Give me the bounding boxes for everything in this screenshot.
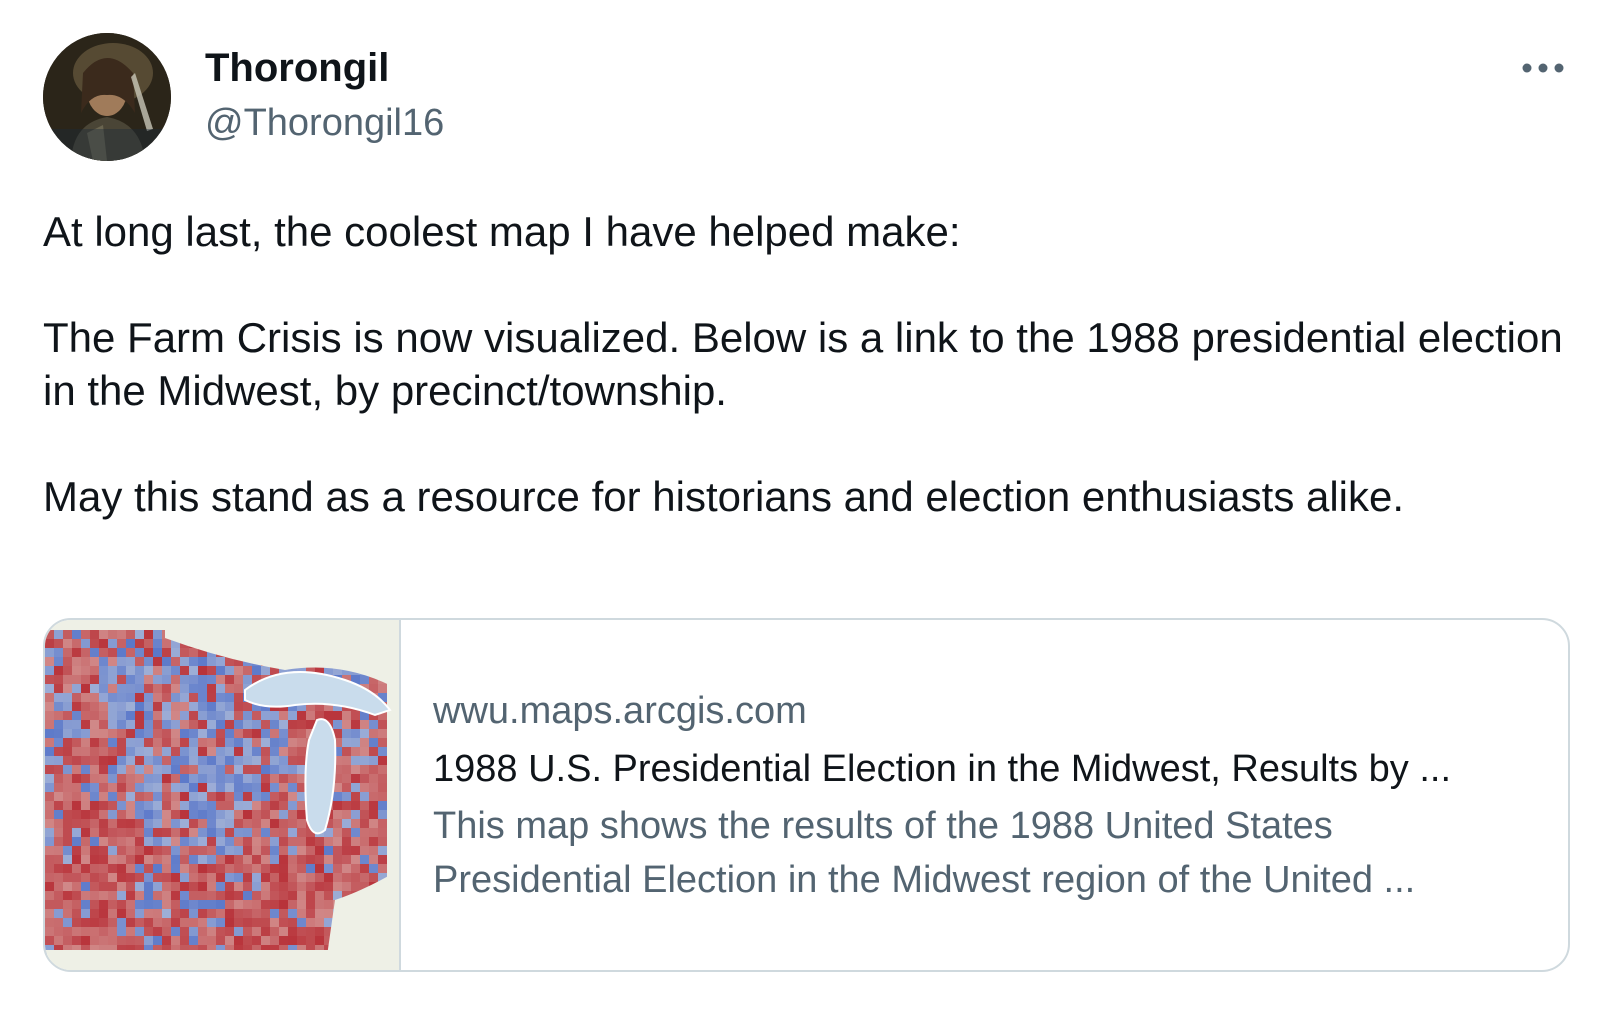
tweet: Thorongil @Thorongil16 At long last, the… [0,0,1600,1013]
more-options-button[interactable] [1515,50,1571,86]
link-card-description-line: This map shows the results of the 1988 U… [433,805,1333,847]
link-card-description: This map shows the results of the 1988 U… [433,799,1533,907]
tweet-paragraph: The Farm Crisis is now visualized. Below… [43,314,1563,414]
avatar-portrait-icon [43,33,171,161]
election-map-thumbnail [45,620,399,970]
tweet-paragraph: May this stand as a resource for histori… [43,473,1405,520]
author-handle[interactable]: @Thorongil16 [205,100,444,146]
link-card-body: wwu.maps.arcgis.com 1988 U.S. Presidenti… [401,620,1533,970]
tweet-text: At long last, the coolest map I have hel… [43,205,1573,523]
more-horizontal-icon [1522,63,1564,73]
author-display-name[interactable]: Thorongil [205,44,389,92]
link-card-description-line: Presidential Election in the Midwest reg… [433,859,1416,901]
link-card-domain: wwu.maps.arcgis.com [433,690,807,732]
tweet-paragraph: At long last, the coolest map I have hel… [43,208,961,255]
link-card-title: 1988 U.S. Presidential Election in the M… [433,748,1452,790]
link-card-thumbnail[interactable] [45,620,401,970]
avatar[interactable] [43,33,171,161]
link-card[interactable]: wwu.maps.arcgis.com 1988 U.S. Presidenti… [43,618,1570,972]
